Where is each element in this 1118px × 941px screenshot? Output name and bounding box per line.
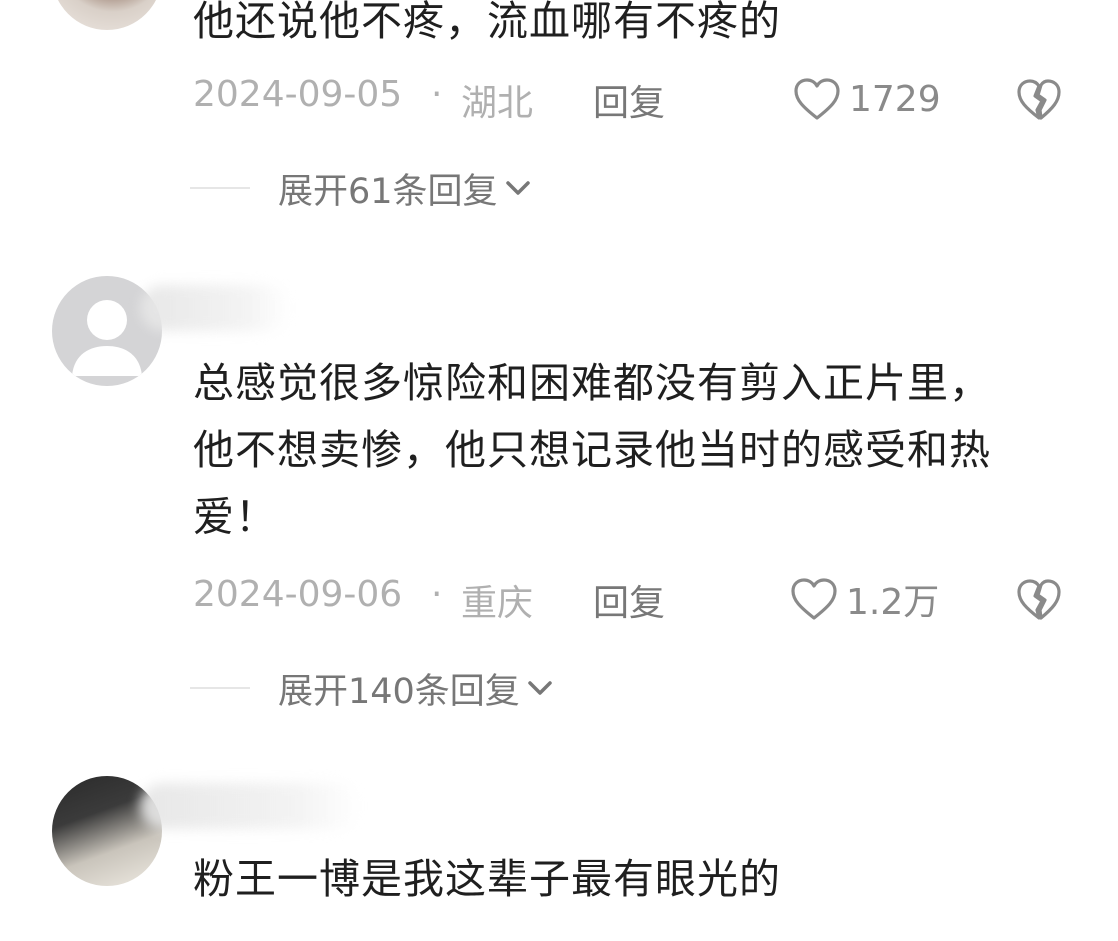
username-redacted bbox=[140, 783, 360, 829]
chevron-down-icon bbox=[505, 181, 530, 195]
comment-text: 他还说他不疼，流血哪有不疼的 bbox=[193, 0, 781, 45]
like-count: 1729 bbox=[849, 78, 941, 120]
comment-location: 重庆 bbox=[461, 583, 534, 624]
broken-heart-icon[interactable] bbox=[1013, 74, 1065, 124]
expand-replies-button[interactable]: 展开140条回复 bbox=[190, 663, 556, 713]
expand-replies-label: 展开61条回复 bbox=[278, 171, 498, 212]
chevron-down-icon bbox=[528, 681, 552, 695]
reply-button[interactable]: 回复 bbox=[593, 74, 665, 126]
heart-outline-icon bbox=[794, 78, 840, 120]
broken-heart-icon[interactable] bbox=[1013, 574, 1065, 624]
comment-location: 湖北 bbox=[461, 83, 534, 124]
expand-replies-label: 展开140条回复 bbox=[278, 671, 520, 712]
divider-line bbox=[190, 187, 250, 189]
comment-text: 粉王一博是我这辈子最有眼光的 bbox=[193, 855, 781, 903]
like-button[interactable]: 1729 bbox=[791, 74, 941, 124]
comment-meta: 2024-09-05 · 湖北 回复 1729 bbox=[193, 74, 1093, 124]
like-button[interactable]: 1.2万 bbox=[788, 574, 939, 624]
heart-outline-icon bbox=[791, 578, 837, 620]
meta-separator: · bbox=[431, 574, 443, 615]
avatar[interactable] bbox=[52, 0, 162, 30]
reply-button[interactable]: 回复 bbox=[593, 574, 665, 626]
comment-meta: 2024-09-06 · 重庆 回复 1.2万 bbox=[193, 574, 1093, 624]
like-count: 1.2万 bbox=[846, 582, 940, 623]
comment-date: 2024-09-05 bbox=[193, 74, 403, 115]
meta-separator: · bbox=[431, 74, 443, 115]
expand-replies-button[interactable]: 展开61条回复 bbox=[190, 163, 534, 213]
comment-date: 2024-09-06 bbox=[193, 574, 403, 615]
comment-text: 总感觉很多惊险和困难都没有剪入正片里， 他不想卖惨，他只想记录他当时的感受和热 … bbox=[193, 359, 991, 541]
username-redacted bbox=[140, 285, 290, 331]
divider-line bbox=[190, 687, 250, 689]
